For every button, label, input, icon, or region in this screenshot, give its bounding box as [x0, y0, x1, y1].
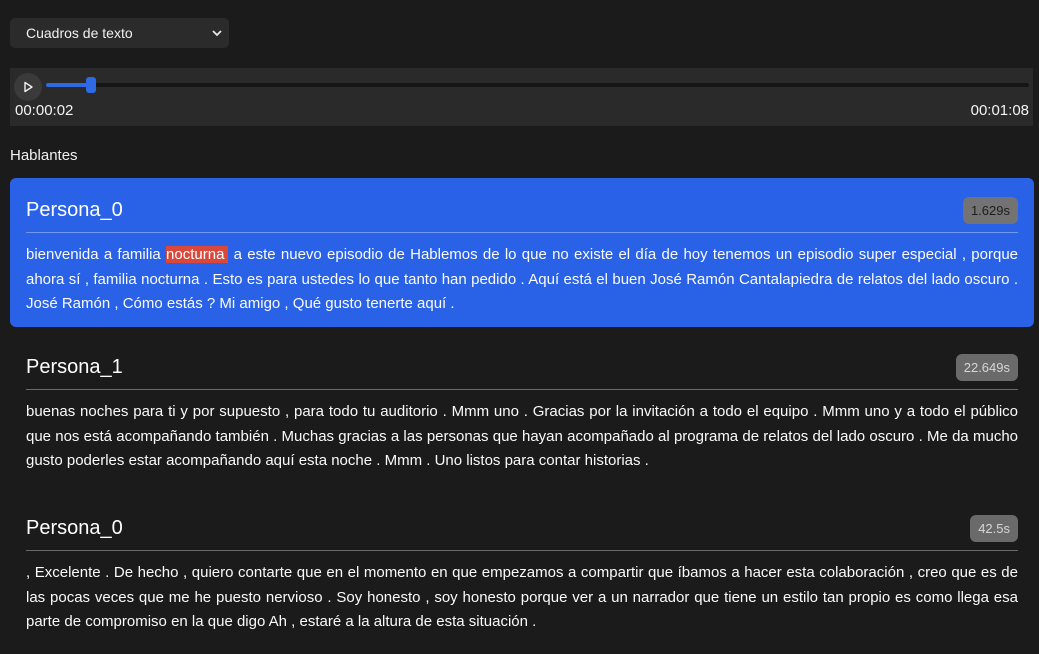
- transcript-segment[interactable]: Persona_0 1.629s bienvenida a familia no…: [10, 178, 1034, 327]
- play-icon: [24, 81, 33, 93]
- segment-header: Persona_0 1.629s: [26, 197, 1018, 233]
- segment-header: Persona_0 42.5s: [26, 515, 1018, 551]
- duration-badge: 42.5s: [970, 515, 1018, 542]
- duration-badge: 22.649s: [955, 354, 1018, 381]
- segment-text: buenas noches para ti y por supuesto , p…: [26, 403, 1018, 469]
- play-button[interactable]: [14, 73, 42, 101]
- seek-bar-thumb[interactable]: [86, 77, 97, 93]
- view-mode-select[interactable]: Cuadros de texto: [10, 18, 229, 48]
- transcript-segment[interactable]: Persona_0 42.5s , Excelente . De hecho ,…: [10, 515, 1034, 635]
- total-time: 00:01:08: [970, 102, 1029, 119]
- duration-badge: 1.629s: [962, 197, 1018, 224]
- highlighted-word: nocturna: [166, 246, 229, 263]
- audio-player: 00:00:02 00:01:08: [10, 68, 1033, 126]
- segment-text-before: bienvenida a familia: [26, 246, 167, 263]
- chevron-down-icon: [212, 30, 222, 37]
- view-mode-select-value: Cuadros de texto: [26, 25, 133, 41]
- speakers-heading: Hablantes: [10, 147, 78, 164]
- segment-text: , Excelente . De hecho , quiero contarte…: [26, 564, 1018, 630]
- current-time: 00:00:02: [15, 102, 74, 119]
- speaker-name: Persona_1: [26, 356, 123, 378]
- segment-text: bienvenida a familia nocturna a este nue…: [26, 243, 1018, 317]
- transcript-segment[interactable]: Persona_1 22.649s buenas noches para ti …: [10, 354, 1034, 474]
- seek-bar[interactable]: [46, 77, 1029, 93]
- segment-header: Persona_1 22.649s: [26, 354, 1018, 390]
- speaker-name: Persona_0: [26, 517, 123, 539]
- speaker-name: Persona_0: [26, 199, 123, 221]
- seek-bar-progress: [46, 83, 92, 87]
